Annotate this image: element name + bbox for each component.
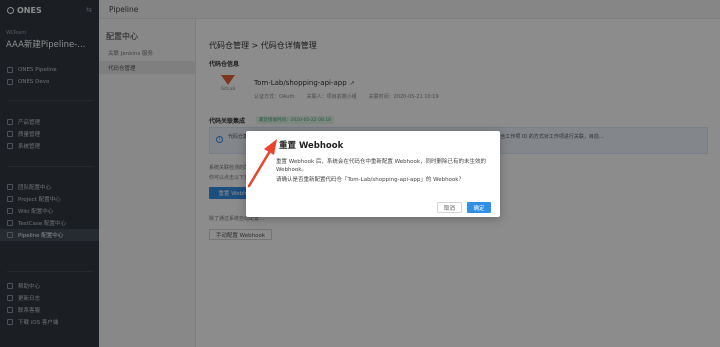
dialog-confirm-question: 请确认是否重新配置代码仓「Tom-Lab/shopping-api-app」的 … <box>276 177 464 183</box>
dialog-cancel-button[interactable]: 取消 <box>437 202 462 213</box>
dialog-message: 重置 Webhook 后，系统会在代码仓中重新配置 Webhook，同时删除已有… <box>276 159 487 173</box>
dialog-title: 重置 Webhook <box>279 141 344 151</box>
dialog-confirm-button[interactable]: 确定 <box>467 202 491 213</box>
dialog-body: 重置 Webhook 后，系统会在代码仓中重新配置 Webhook，同时删除已有… <box>276 158 490 186</box>
